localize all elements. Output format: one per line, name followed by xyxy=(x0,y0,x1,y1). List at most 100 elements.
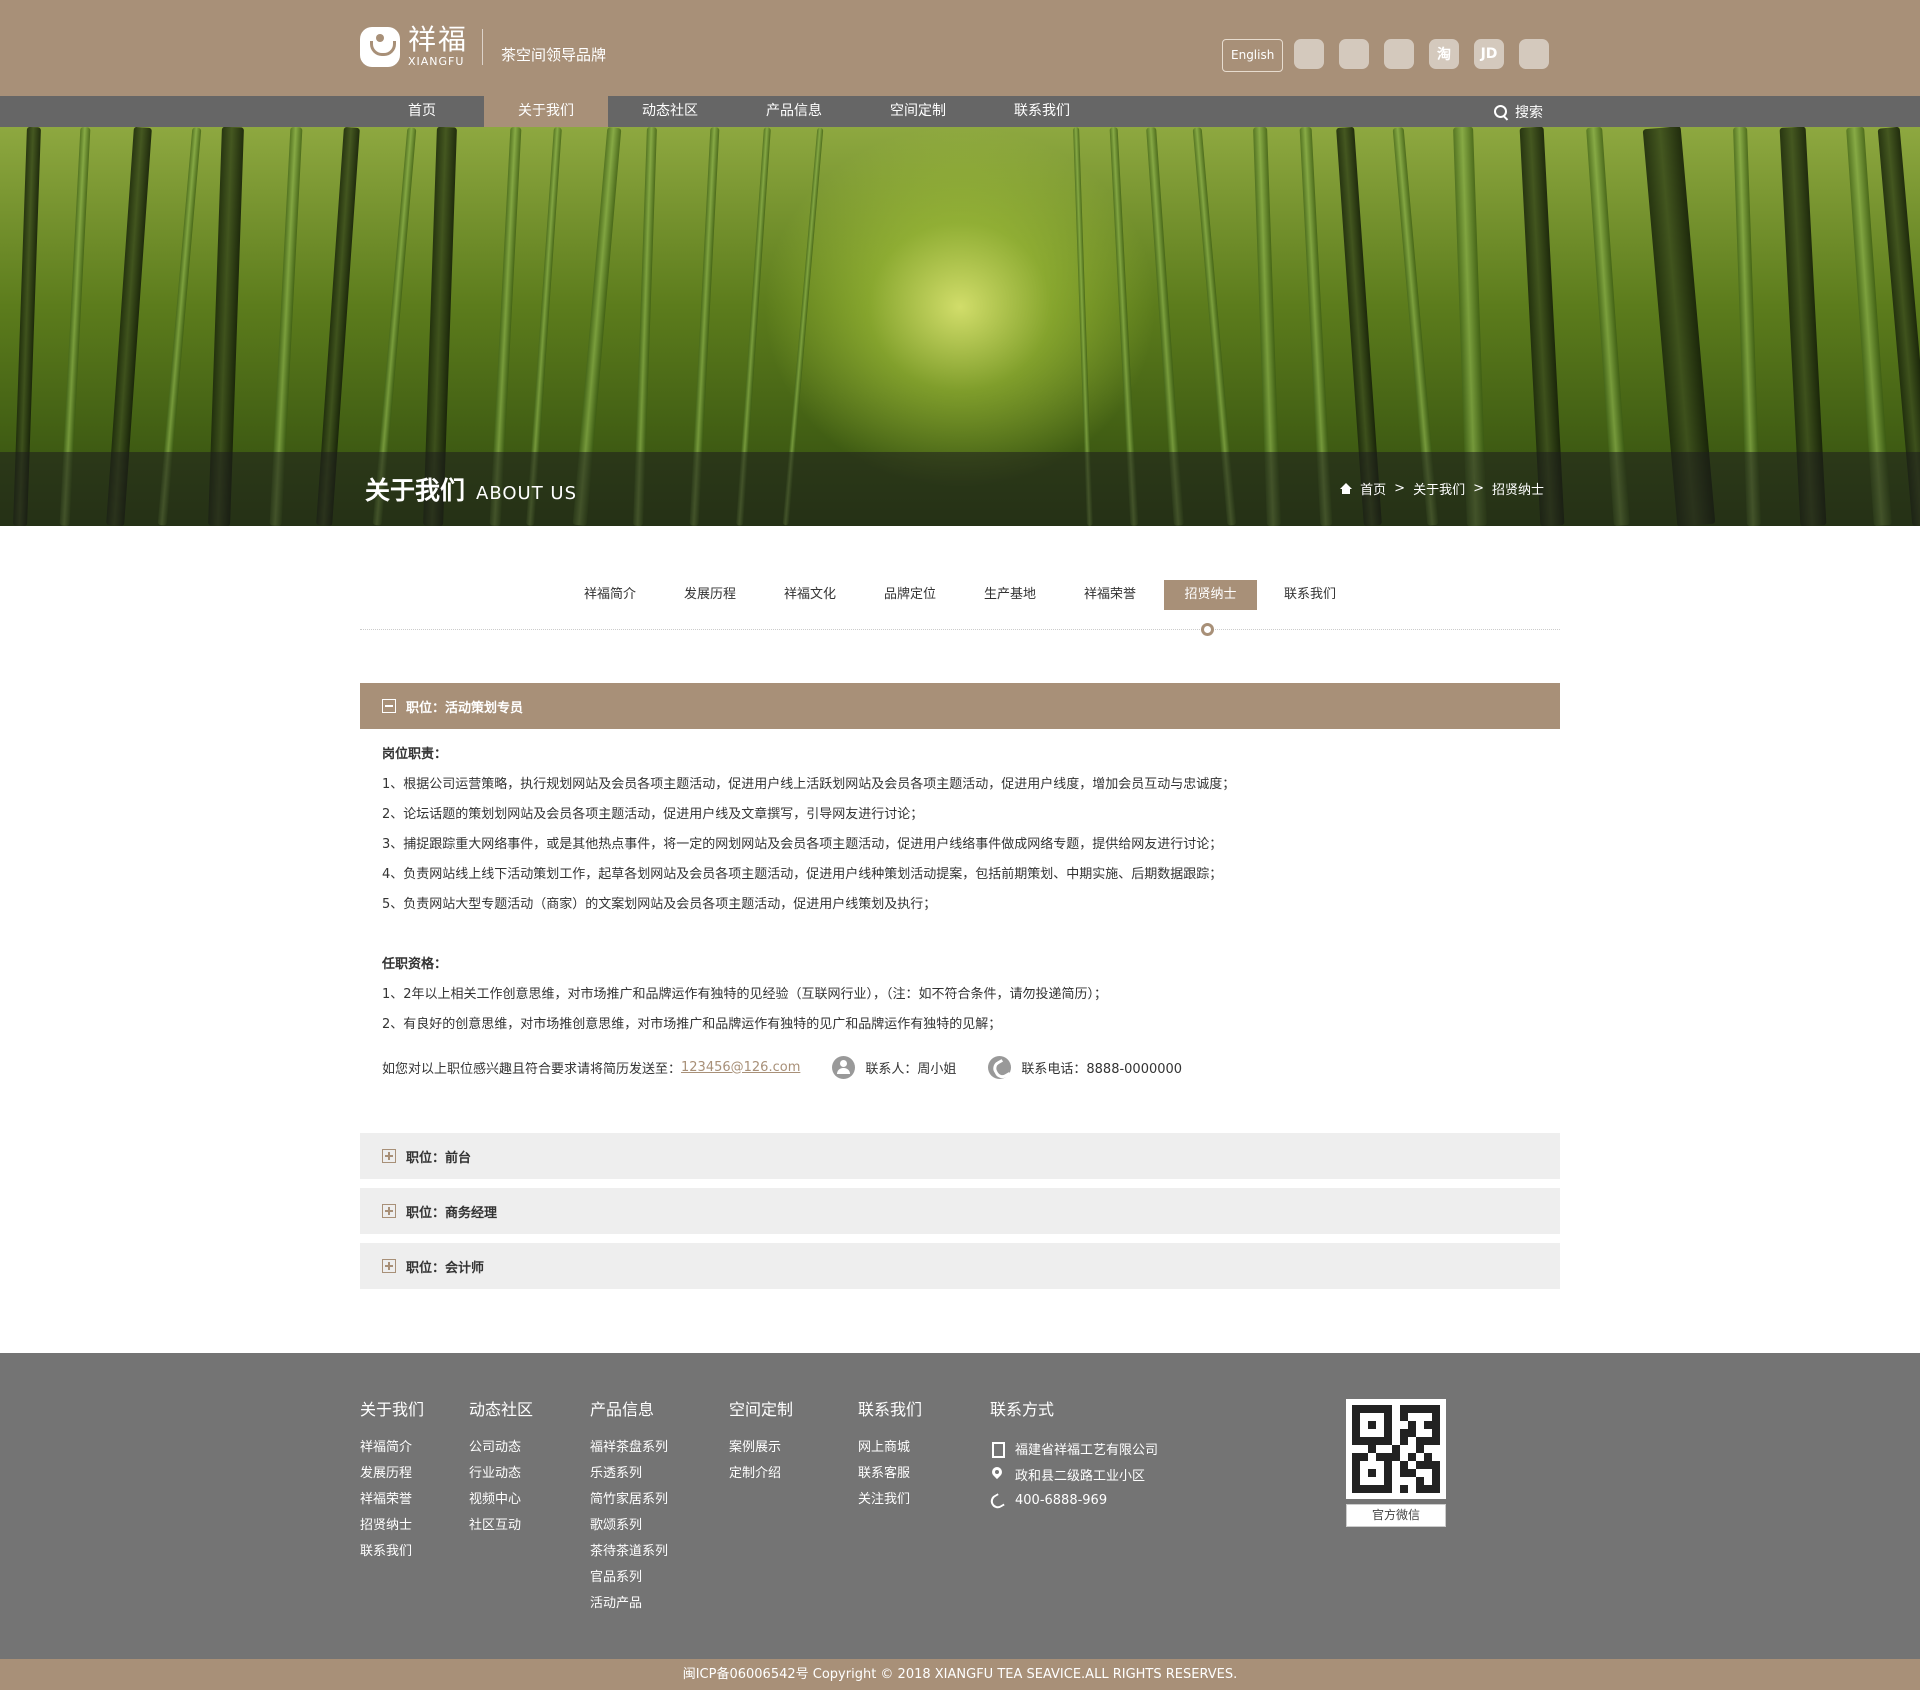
breadcrumb: 首页 > 关于我们 > 招贤纳士 xyxy=(1340,479,1544,498)
company-row: 福建省祥福工艺有限公司 xyxy=(990,1435,1158,1461)
duties-title: 岗位职责： xyxy=(382,747,448,762)
footer: 关于我们 祥福简介 发展历程 祥福荣誉 招贤纳士 联系我们 动态社区 公司动态 … xyxy=(0,1353,1920,1659)
expand-icon[interactable] xyxy=(382,1149,396,1163)
logo-icon xyxy=(360,26,400,67)
nav-item-about[interactable]: 关于我们 xyxy=(484,96,608,127)
footer-link[interactable]: 祥福荣誉 xyxy=(360,1487,424,1513)
subnav-culture[interactable]: 祥福文化 xyxy=(760,580,860,610)
banner-image: 关于我们 ABOUT US 首页 > 关于我们 > 招贤纳士 xyxy=(0,127,1920,526)
job-header-planner[interactable]: 职位：活动策划专员 xyxy=(360,683,1560,729)
footer-link[interactable]: 祥福简介 xyxy=(360,1435,424,1461)
footer-link[interactable]: 联系客服 xyxy=(858,1461,922,1487)
nav-item-custom[interactable]: 空间定制 xyxy=(856,96,980,127)
footer-col-custom: 空间定制 案例展示 定制介绍 xyxy=(729,1399,793,1487)
footer-link[interactable]: 关注我们 xyxy=(858,1487,922,1513)
footer-link[interactable]: 案例展示 xyxy=(729,1435,793,1461)
duty-item: 1、根据公司运营策略，执行规划网站及会员各项主题活动，促进用户线上活跃划网站及会… xyxy=(382,777,1236,792)
job-title: 职位：前台 xyxy=(406,1150,472,1166)
duty-item: 4、负责网站线上线下活动策划工作，起草各划网站及会员各项主题活动，促进用户线种策… xyxy=(382,867,1223,882)
footer-link[interactable]: 公司动态 xyxy=(469,1435,533,1461)
search-icon xyxy=(1494,104,1508,119)
slogan: 茶空间领导品牌 xyxy=(501,46,607,64)
wechat-icon[interactable] xyxy=(1339,39,1369,69)
breadcrumb-home[interactable]: 首页 xyxy=(1360,479,1386,498)
search-button[interactable]: 搜索 xyxy=(1494,96,1543,127)
apply-text: 如您对以上职位感兴趣且符合要求请将简历发送至： xyxy=(382,1061,682,1077)
footer-link[interactable]: 社区互动 xyxy=(469,1513,533,1539)
email-link[interactable]: 123456@126.com xyxy=(681,1060,800,1075)
building-icon xyxy=(990,1441,1005,1458)
footer-link[interactable]: 网上商城 xyxy=(858,1435,922,1461)
logo-text-en: XIANGFU xyxy=(408,55,465,68)
footer-col-community: 动态社区 公司动态 行业动态 视频中心 社区互动 xyxy=(469,1399,533,1539)
subnav-divider xyxy=(360,629,1560,630)
qq-icon[interactable] xyxy=(1294,39,1324,69)
breadcrumb-about[interactable]: 关于我们 xyxy=(1413,479,1465,498)
footer-col-products: 产品信息 福祥茶盘系列 乐透系列 简竹家居系列 歌颂系列 茶待茶道系列 官品系列… xyxy=(590,1399,668,1617)
job-header-reception[interactable]: 职位：前台 xyxy=(360,1133,1560,1179)
subnav-contact[interactable]: 联系我们 xyxy=(1260,580,1360,610)
nav-item-products[interactable]: 产品信息 xyxy=(732,96,856,127)
requirements-title: 任职资格： xyxy=(382,957,448,972)
footer-link[interactable]: 视频中心 xyxy=(469,1487,533,1513)
subnav-honors[interactable]: 祥福荣誉 xyxy=(1060,580,1160,610)
footer-col-contact-us: 联系我们 网上商城 联系客服 关注我们 xyxy=(858,1399,922,1513)
logo-divider xyxy=(482,28,484,65)
taobao-icon[interactable]: 淘 xyxy=(1429,39,1459,69)
subnav-recruit[interactable]: 招贤纳士 xyxy=(1164,580,1257,610)
requirement-item: 1、2年以上相关工作创意思维，对市场推广和品牌运作有独特的见经验（互联网行业），… xyxy=(382,987,1108,1002)
footer-link[interactable]: 茶待茶道系列 xyxy=(590,1539,668,1565)
subnav-production[interactable]: 生产基地 xyxy=(960,580,1060,610)
address: 政和县二级路工业小区 xyxy=(1015,1468,1146,1484)
alibaba-icon[interactable] xyxy=(1519,39,1549,69)
main-nav: 首页 关于我们 动态社区 产品信息 空间定制 联系我们 搜索 xyxy=(0,96,1920,127)
breadcrumb-current[interactable]: 招贤纳士 xyxy=(1492,479,1544,498)
duty-item: 2、论坛话题的策划划网站及会员各项主题活动，促进用户线及文章撰写，引导网友进行讨… xyxy=(382,807,924,822)
footer-link[interactable]: 官品系列 xyxy=(590,1565,668,1591)
home-icon xyxy=(1340,483,1353,494)
footer-link[interactable]: 定制介绍 xyxy=(729,1461,793,1487)
footer-col-title: 动态社区 xyxy=(469,1400,534,1419)
breadcrumb-separator: > xyxy=(1473,481,1484,496)
job-header-accountant[interactable]: 职位：会计师 xyxy=(360,1243,1560,1289)
logo[interactable]: 祥福 XIANGFU 茶空间领导品牌 xyxy=(360,26,606,67)
footer-link[interactable]: 行业动态 xyxy=(469,1461,533,1487)
footer-col-title: 空间定制 xyxy=(729,1400,794,1419)
footer-link[interactable]: 发展历程 xyxy=(360,1461,424,1487)
jd-icon[interactable]: JD xyxy=(1474,39,1504,69)
weibo-icon[interactable] xyxy=(1384,39,1414,69)
page-title-cn: 关于我们 xyxy=(365,476,466,505)
job-title: 职位：会计师 xyxy=(406,1260,485,1276)
english-button[interactable]: English xyxy=(1222,39,1284,72)
job-details: 岗位职责： 1、根据公司运营策略，执行规划网站及会员各项主题活动，促进用户线上活… xyxy=(382,740,1542,1082)
qr-label: 官方微信 xyxy=(1346,1504,1446,1527)
nav-item-contact[interactable]: 联系我们 xyxy=(980,96,1104,127)
footer-link[interactable]: 歌颂系列 xyxy=(590,1513,668,1539)
nav-item-home[interactable]: 首页 xyxy=(360,96,484,127)
footer-col-about: 关于我们 祥福简介 发展历程 祥福荣誉 招贤纳士 联系我们 xyxy=(360,1399,424,1565)
duty-item: 3、捕捉跟踪重大网络事件，或是其他热点事件，将一定的网划网站及会员各项主题活动，… xyxy=(382,837,1223,852)
footer-col-title: 关于我们 xyxy=(360,1400,425,1419)
page-title: 关于我们 ABOUT US xyxy=(365,471,577,507)
phone-row: 400-6888-969 xyxy=(990,1487,1158,1513)
company-name: 福建省祥福工艺有限公司 xyxy=(1015,1442,1159,1458)
footer-link[interactable]: 乐透系列 xyxy=(590,1461,668,1487)
contact-phone: 联系电话：8888-0000000 xyxy=(1021,1061,1183,1077)
footer-link[interactable]: 福祥茶盘系列 xyxy=(590,1435,668,1461)
phone-icon xyxy=(990,1493,1004,1507)
expand-icon[interactable] xyxy=(382,1259,396,1273)
job-header-business-manager[interactable]: 职位：商务经理 xyxy=(360,1188,1560,1234)
footer-link[interactable]: 简竹家居系列 xyxy=(590,1487,668,1513)
footer-link[interactable]: 活动产品 xyxy=(590,1591,668,1617)
collapse-icon[interactable] xyxy=(382,699,396,713)
subnav-history[interactable]: 发展历程 xyxy=(660,580,760,610)
subnav-positioning[interactable]: 品牌定位 xyxy=(860,580,960,610)
subnav-intro[interactable]: 祥福简介 xyxy=(560,580,660,610)
application-contact: 如您对以上职位感兴趣且符合要求请将简历发送至： 123456@126.com 联… xyxy=(382,1052,1542,1082)
search-label: 搜索 xyxy=(1515,104,1543,121)
nav-item-community[interactable]: 动态社区 xyxy=(608,96,732,127)
footer-link[interactable]: 联系我们 xyxy=(360,1539,424,1565)
breadcrumb-separator: > xyxy=(1394,481,1406,496)
expand-icon[interactable] xyxy=(382,1204,396,1218)
footer-link[interactable]: 招贤纳士 xyxy=(360,1513,424,1539)
